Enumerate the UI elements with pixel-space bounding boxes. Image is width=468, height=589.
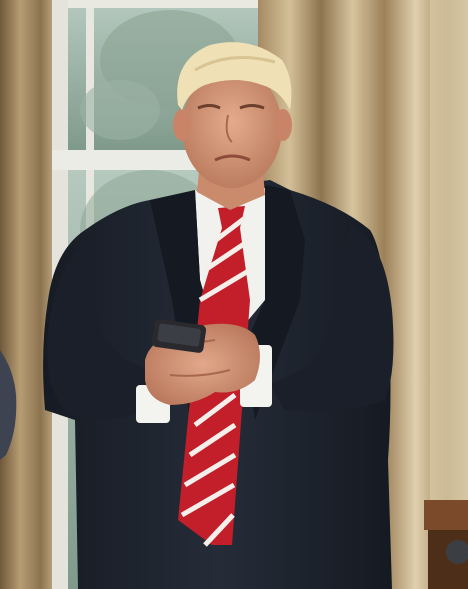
side-table [424,500,468,589]
photo [0,0,468,589]
scene [0,0,468,589]
